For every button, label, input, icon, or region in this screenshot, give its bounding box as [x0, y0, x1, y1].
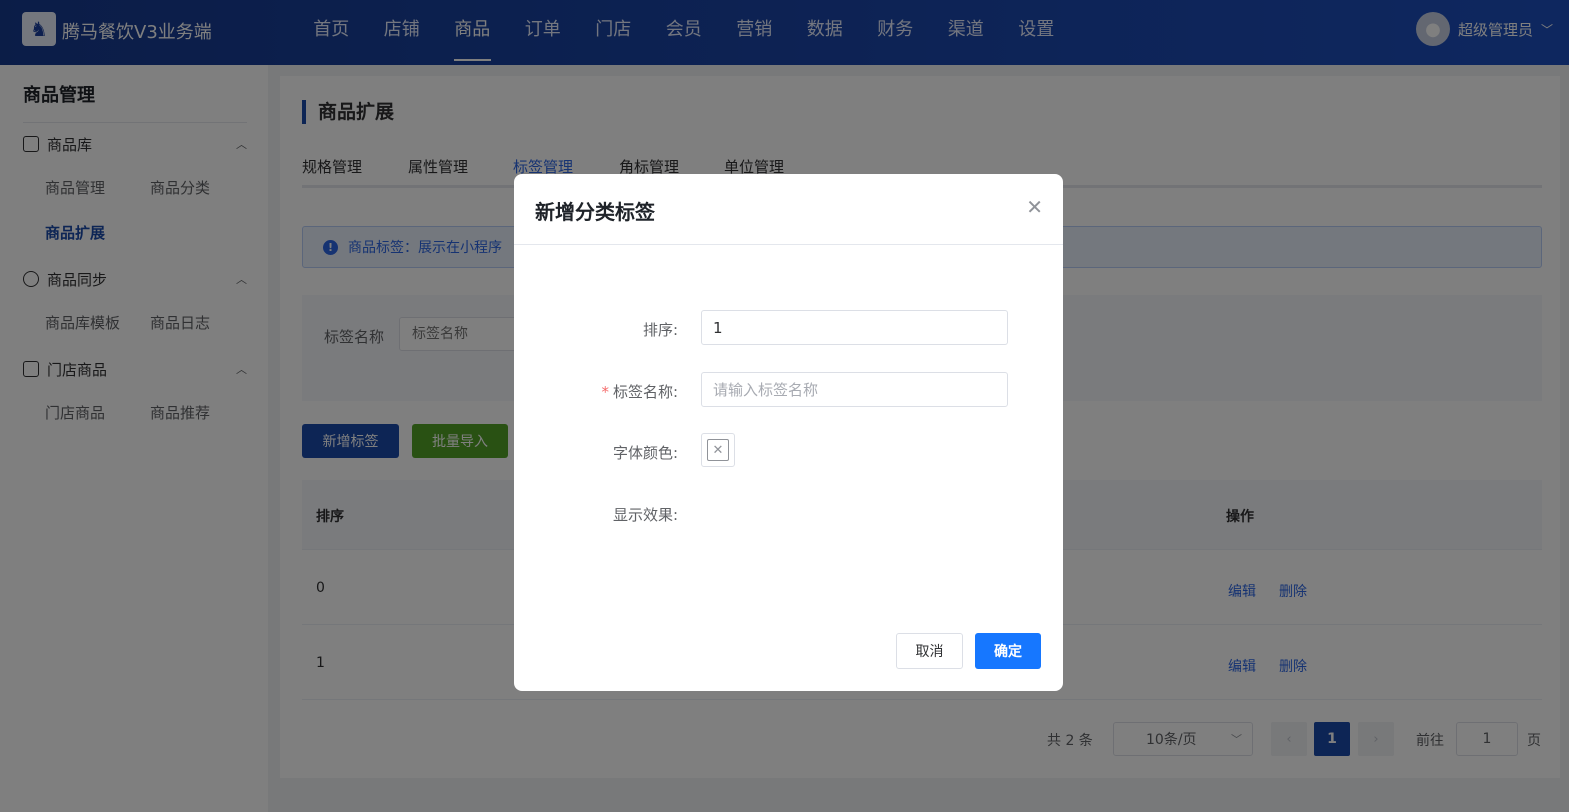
confirm-button[interactable]: 确定	[975, 633, 1041, 669]
close-icon[interactable]: ✕	[1026, 196, 1043, 218]
dialog-divider	[514, 244, 1063, 245]
tag-name-label-text: 标签名称:	[612, 383, 678, 401]
sort-label: 排序:	[642, 321, 678, 339]
tag-name-input[interactable]	[701, 372, 1008, 407]
sort-input[interactable]	[701, 310, 1008, 345]
required-mark: *	[601, 383, 609, 401]
font-color-label: 字体颜色:	[612, 444, 678, 462]
add-category-tag-dialog: 新增分类标签 ✕ 排序: *标签名称: 字体颜色: ✕ 显示效果: 取消 确定	[514, 174, 1063, 691]
dialog-title: 新增分类标签	[535, 200, 655, 224]
preview-label: 显示效果:	[612, 506, 678, 524]
tag-name-label: * 标签名称:	[601, 381, 678, 402]
cancel-button[interactable]: 取消	[896, 633, 963, 669]
empty-color-icon: ✕	[707, 439, 729, 461]
font-color-picker[interactable]: ✕	[701, 433, 735, 467]
